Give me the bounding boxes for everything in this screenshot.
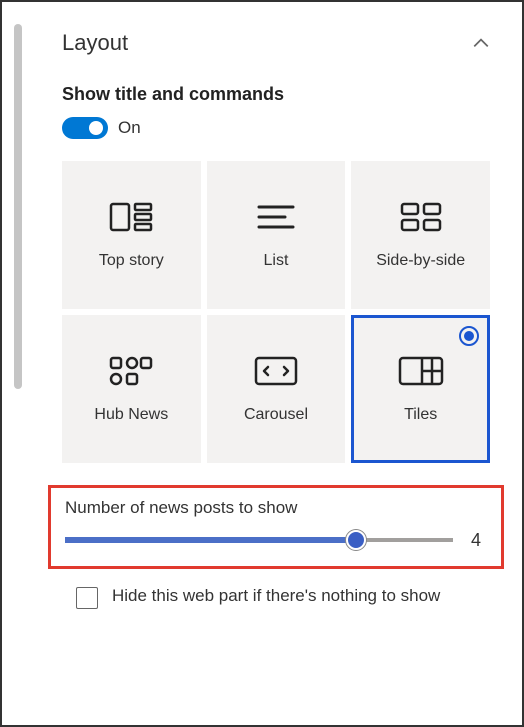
hub-news-icon: [109, 354, 153, 388]
slider-fill: [65, 537, 356, 543]
layout-panel: Layout Show title and commands On Top st…: [2, 2, 522, 629]
layout-options-grid: Top story List Side-by-si: [62, 161, 490, 463]
layout-option-label: Side-by-side: [376, 252, 465, 270]
top-story-icon: [109, 200, 153, 234]
layout-option-label: Tiles: [404, 406, 437, 424]
layout-option-label: Top story: [99, 252, 164, 270]
slider-row: 4: [65, 528, 487, 552]
toggle-knob: [89, 121, 103, 135]
tiles-icon: [398, 354, 444, 388]
toggle-row: On: [62, 117, 490, 139]
toggle-setting-label: Show title and commands: [62, 84, 490, 105]
side-by-side-icon: [400, 200, 442, 234]
slider-label: Number of news posts to show: [65, 498, 487, 518]
layout-option-top-story[interactable]: Top story: [62, 161, 201, 309]
section-header[interactable]: Layout: [62, 30, 490, 56]
hide-webpart-checkbox[interactable]: [76, 587, 98, 609]
layout-option-label: List: [264, 252, 289, 270]
toggle-state-label: On: [118, 118, 141, 138]
chevron-up-icon: [472, 34, 490, 52]
layout-option-hub-news[interactable]: Hub News: [62, 315, 201, 463]
slider-value: 4: [471, 530, 487, 551]
selected-radio-icon: [459, 326, 479, 346]
posts-count-slider[interactable]: [65, 538, 453, 542]
carousel-icon: [254, 354, 298, 388]
slider-section-highlight: Number of news posts to show 4: [48, 485, 504, 569]
layout-option-carousel[interactable]: Carousel: [207, 315, 346, 463]
layout-option-list[interactable]: List: [207, 161, 346, 309]
layout-option-side-by-side[interactable]: Side-by-side: [351, 161, 490, 309]
layout-option-tiles[interactable]: Tiles: [351, 315, 490, 463]
layout-option-label: Hub News: [94, 406, 168, 424]
scrollbar[interactable]: [14, 24, 22, 389]
layout-option-label: Carousel: [244, 406, 308, 424]
section-title: Layout: [62, 30, 128, 56]
hide-webpart-row: Hide this web part if there's nothing to…: [62, 583, 490, 609]
list-icon: [257, 200, 295, 234]
hide-webpart-label: Hide this web part if there's nothing to…: [112, 583, 440, 609]
slider-thumb[interactable]: [346, 530, 366, 550]
show-title-toggle[interactable]: [62, 117, 108, 139]
